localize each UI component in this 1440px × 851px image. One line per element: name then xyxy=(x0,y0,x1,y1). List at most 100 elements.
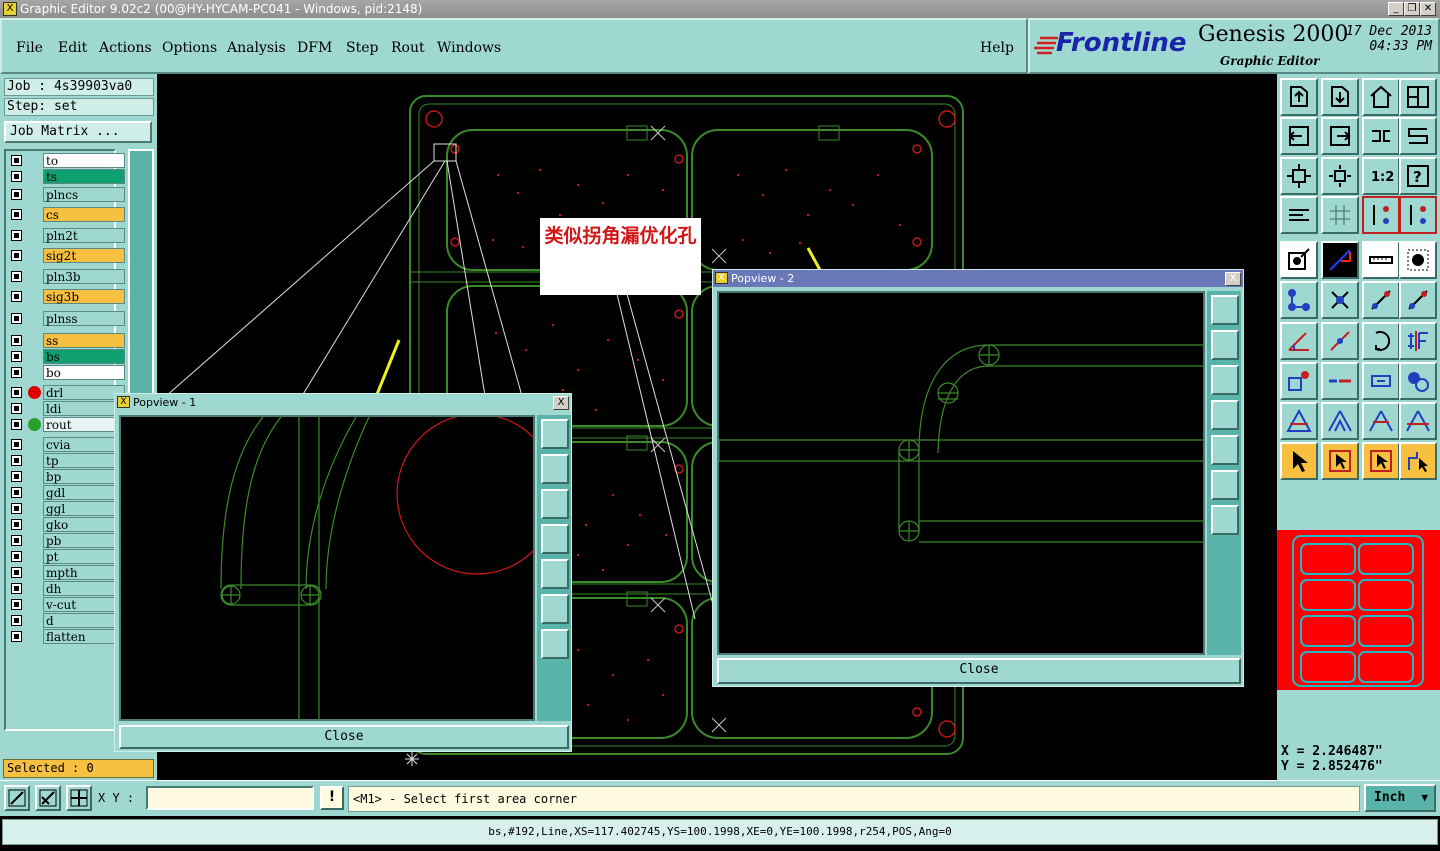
tool-button[interactable] xyxy=(1280,117,1318,155)
layer-name[interactable]: plnss xyxy=(43,311,125,326)
popview-2-window[interactable]: X Popview - 2 X Close xyxy=(712,269,1244,687)
layer-row-bs[interactable]: bs xyxy=(8,349,128,364)
popview-1-close-button[interactable]: Close xyxy=(119,725,569,749)
restore-button[interactable]: ❐ xyxy=(1404,2,1420,16)
tool-button[interactable] xyxy=(1399,117,1437,155)
layer-checkbox[interactable] xyxy=(11,583,22,594)
layer-name[interactable]: bo xyxy=(43,365,125,380)
tool-button[interactable] xyxy=(1399,322,1437,360)
menu-actions[interactable]: Actions xyxy=(99,40,152,56)
tool-button[interactable] xyxy=(1362,402,1400,440)
layer-checkbox[interactable] xyxy=(11,519,22,530)
tool-button[interactable] xyxy=(1362,362,1400,400)
tool-button[interactable] xyxy=(1362,117,1400,155)
layer-row-pt[interactable]: pt xyxy=(8,549,128,564)
layer-row-gko[interactable]: gko xyxy=(8,517,128,532)
popview-2-tool[interactable] xyxy=(1211,400,1239,430)
units-selector[interactable]: Inch ▼ xyxy=(1364,784,1436,812)
grid-snap-icon[interactable] xyxy=(66,785,92,811)
layer-checkbox[interactable] xyxy=(11,387,22,398)
layer-row-tp[interactable]: tp xyxy=(8,453,128,468)
tool-button[interactable] xyxy=(1399,402,1437,440)
layer-name[interactable]: mpth xyxy=(43,565,125,580)
tool-button[interactable] xyxy=(1280,78,1318,116)
popview-1-tool[interactable] xyxy=(541,594,569,624)
layer-row-cvia[interactable]: cvia xyxy=(8,437,128,452)
layer-checkbox[interactable] xyxy=(11,291,22,302)
job-matrix-button[interactable]: Job Matrix ... xyxy=(4,121,152,143)
panel-minimap[interactable] xyxy=(1277,530,1440,690)
layer-checkbox[interactable] xyxy=(11,189,22,200)
layer-row-d[interactable]: d xyxy=(8,613,128,628)
tool-button[interactable] xyxy=(1321,117,1359,155)
layer-name[interactable]: ldi xyxy=(43,401,125,416)
popview-2-tool[interactable] xyxy=(1211,505,1239,535)
menu-help[interactable]: Help xyxy=(980,40,1014,56)
popview-2-tool[interactable] xyxy=(1211,435,1239,465)
layer-name[interactable]: ss xyxy=(43,333,125,348)
layer-name[interactable]: bp xyxy=(43,469,125,484)
select-arrow-icon[interactable] xyxy=(1280,442,1318,480)
layer-row-ggl[interactable]: ggl xyxy=(8,501,128,516)
menu-edit[interactable]: Edit xyxy=(58,40,87,56)
layer-name[interactable]: ts xyxy=(43,169,125,184)
popview-1-view[interactable] xyxy=(119,413,558,721)
layer-row-rout[interactable]: rout xyxy=(8,417,128,432)
layer-name[interactable]: pln2t xyxy=(43,228,125,243)
popview-2-x-button[interactable]: X xyxy=(1225,272,1241,286)
layer-row-cs[interactable]: cs xyxy=(8,207,128,222)
layer-checkbox[interactable] xyxy=(11,209,22,220)
layer-checkbox[interactable] xyxy=(11,313,22,324)
layer-checkbox[interactable] xyxy=(11,551,22,562)
layer-checkbox[interactable] xyxy=(11,171,22,182)
layer-checkbox[interactable] xyxy=(11,351,22,362)
tool-button[interactable] xyxy=(1321,281,1359,319)
layer-checkbox[interactable] xyxy=(11,535,22,546)
home-icon[interactable] xyxy=(1362,78,1400,116)
window-close-button[interactable]: ✕ xyxy=(1420,2,1436,16)
layer-checkbox[interactable] xyxy=(11,335,22,346)
layer-checkbox[interactable] xyxy=(11,367,22,378)
layer-row-to[interactable]: to xyxy=(8,153,128,168)
layer-name[interactable]: flatten xyxy=(43,629,125,644)
tool-button[interactable] xyxy=(1399,78,1437,116)
layer-name[interactable]: ggl xyxy=(43,501,125,516)
layer-checkbox[interactable] xyxy=(11,271,22,282)
layer-row-pb[interactable]: pb xyxy=(8,533,128,548)
layer-name[interactable]: gdl xyxy=(43,485,125,500)
layer-name[interactable]: pln3b xyxy=(43,269,125,284)
tool-button[interactable] xyxy=(1399,196,1437,234)
layer-checkbox[interactable] xyxy=(11,230,22,241)
layer-row-pln2t[interactable]: pln2t xyxy=(8,228,128,243)
layer-row-v-cut[interactable]: v-cut xyxy=(8,597,128,612)
layer-checkbox[interactable] xyxy=(11,250,22,261)
layer-name[interactable]: plncs xyxy=(43,187,125,202)
layer-name[interactable]: cs xyxy=(43,207,125,222)
layer-checkbox[interactable] xyxy=(11,487,22,498)
layer-checkbox[interactable] xyxy=(11,567,22,578)
layer-row-mpth[interactable]: mpth xyxy=(8,565,128,580)
menu-step[interactable]: Step xyxy=(346,40,378,56)
layer-checkbox[interactable] xyxy=(11,599,22,610)
ruler-icon[interactable] xyxy=(1362,241,1400,279)
layer-checkbox[interactable] xyxy=(11,455,22,466)
layer-name[interactable]: pt xyxy=(43,549,125,564)
layer-row-bo[interactable]: bo xyxy=(8,365,128,380)
layer-row-plnss[interactable]: plnss xyxy=(8,311,128,326)
layer-checkbox[interactable] xyxy=(11,615,22,626)
popview-2-tool[interactable] xyxy=(1211,295,1239,325)
menu-file[interactable]: File xyxy=(16,40,43,56)
grid-icon[interactable] xyxy=(1321,196,1359,234)
tool-button[interactable] xyxy=(1321,402,1359,440)
popview-2-tool[interactable] xyxy=(1211,470,1239,500)
popview-1-x-button[interactable]: X xyxy=(553,396,569,410)
popview-2-close-button[interactable]: Close xyxy=(717,658,1241,684)
tool-button[interactable] xyxy=(1399,281,1437,319)
layer-row-plncs[interactable]: plncs xyxy=(8,187,128,202)
layer-row-ss[interactable]: ss xyxy=(8,333,128,348)
popview-1-window[interactable]: X Popview - 1 X Close xyxy=(114,393,572,752)
layer-name[interactable]: bs xyxy=(43,349,125,364)
fit-icon[interactable] xyxy=(1280,157,1318,195)
popview-2-tool[interactable] xyxy=(1211,365,1239,395)
popview-1-tool[interactable] xyxy=(541,629,569,659)
